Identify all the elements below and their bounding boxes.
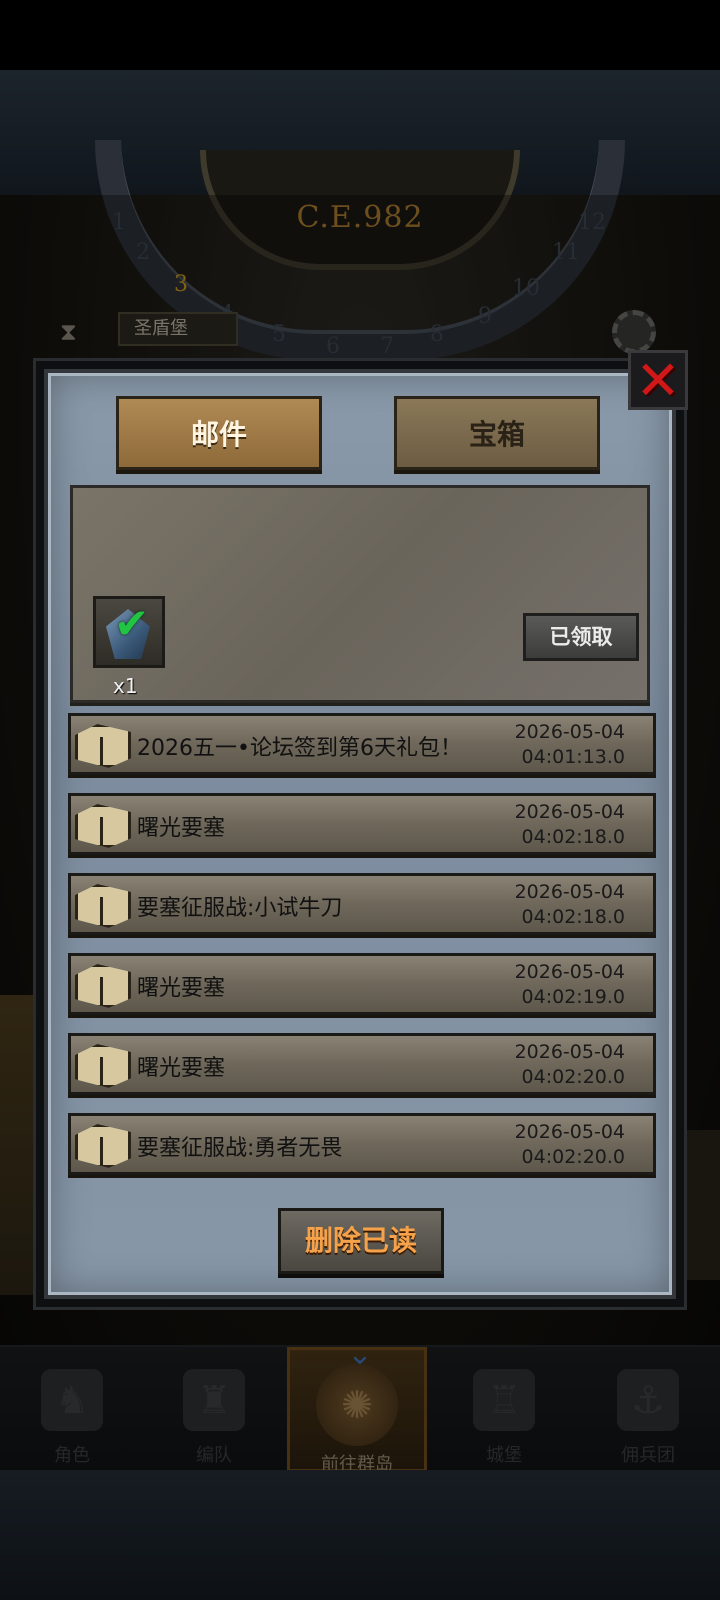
- mail-timestamp: 2026-05-04 04:01:13.0: [515, 720, 625, 770]
- mail-timestamp: 2026-05-04 04:02:18.0: [515, 800, 625, 850]
- mail-detail-panel: ✔ x1 已领取: [70, 485, 650, 703]
- mail-title: 曙光要塞: [137, 1056, 226, 1081]
- checkmark-icon: ✔: [114, 599, 150, 648]
- mail-time: 04:02:20.0: [521, 1066, 625, 1088]
- mail-timestamp: 2026-05-04 04:02:19.0: [515, 960, 625, 1010]
- mail-list-item[interactable]: 2026五一•论坛签到第6天礼包！ 2026-05-04 04:01:13.0: [68, 713, 656, 775]
- chest-icon: [75, 884, 131, 928]
- mail-title: 要塞征服战:小试牛刀: [137, 896, 343, 921]
- chest-icon: [75, 804, 131, 848]
- mail-time: 04:02:19.0: [521, 986, 625, 1008]
- mail-list-item[interactable]: 曙光要塞 2026-05-04 04:02:18.0: [68, 793, 656, 855]
- tab-chest[interactable]: 宝箱: [394, 396, 600, 470]
- mail-time: 04:02:20.0: [521, 1146, 625, 1168]
- chest-icon: [75, 1044, 131, 1088]
- close-icon: ✕: [635, 349, 681, 412]
- mail-date: 2026-05-04: [514, 881, 625, 903]
- mail-title: 曙光要塞: [137, 976, 226, 1001]
- mail-date: 2026-05-04: [514, 721, 625, 743]
- mail-date: 2026-05-04: [514, 801, 625, 823]
- close-button[interactable]: ✕: [628, 350, 688, 410]
- mail-title: 2026五一•论坛签到第6天礼包！: [137, 736, 462, 761]
- claimed-button[interactable]: 已领取: [523, 613, 639, 661]
- mail-list-item[interactable]: 要塞征服战:勇者无畏 2026-05-04 04:02:20.0: [68, 1113, 656, 1175]
- mail-title: 要塞征服战:勇者无畏: [137, 1136, 343, 1161]
- mail-date: 2026-05-04: [514, 1041, 625, 1063]
- mail-list-item[interactable]: 要塞征服战:小试牛刀 2026-05-04 04:02:18.0: [68, 873, 656, 935]
- mail-date: 2026-05-04: [514, 1121, 625, 1143]
- status-bar-area: [0, 0, 720, 70]
- mail-timestamp: 2026-05-04 04:02:20.0: [515, 1120, 625, 1170]
- reward-quantity: x1: [113, 674, 138, 698]
- chest-icon: [75, 964, 131, 1008]
- bottom-band: [0, 1470, 720, 1600]
- mail-time: 04:02:18.0: [521, 826, 625, 848]
- delete-read-button[interactable]: 删除已读: [278, 1208, 444, 1274]
- mail-date: 2026-05-04: [514, 961, 625, 983]
- mail-time: 04:02:18.0: [521, 906, 625, 928]
- mail-timestamp: 2026-05-04 04:02:20.0: [515, 1040, 625, 1090]
- mail-time: 04:01:13.0: [521, 746, 625, 768]
- chest-icon: [75, 1124, 131, 1168]
- mail-list-item[interactable]: 曙光要塞 2026-05-04 04:02:19.0: [68, 953, 656, 1015]
- mail-timestamp: 2026-05-04 04:02:18.0: [515, 880, 625, 930]
- tab-mail[interactable]: 邮件: [116, 396, 322, 470]
- mail-list-item[interactable]: 曙光要塞 2026-05-04 04:02:20.0: [68, 1033, 656, 1095]
- mail-title: 曙光要塞: [137, 816, 226, 841]
- reward-item-slot[interactable]: ✔: [93, 596, 165, 668]
- chest-icon: [75, 724, 131, 768]
